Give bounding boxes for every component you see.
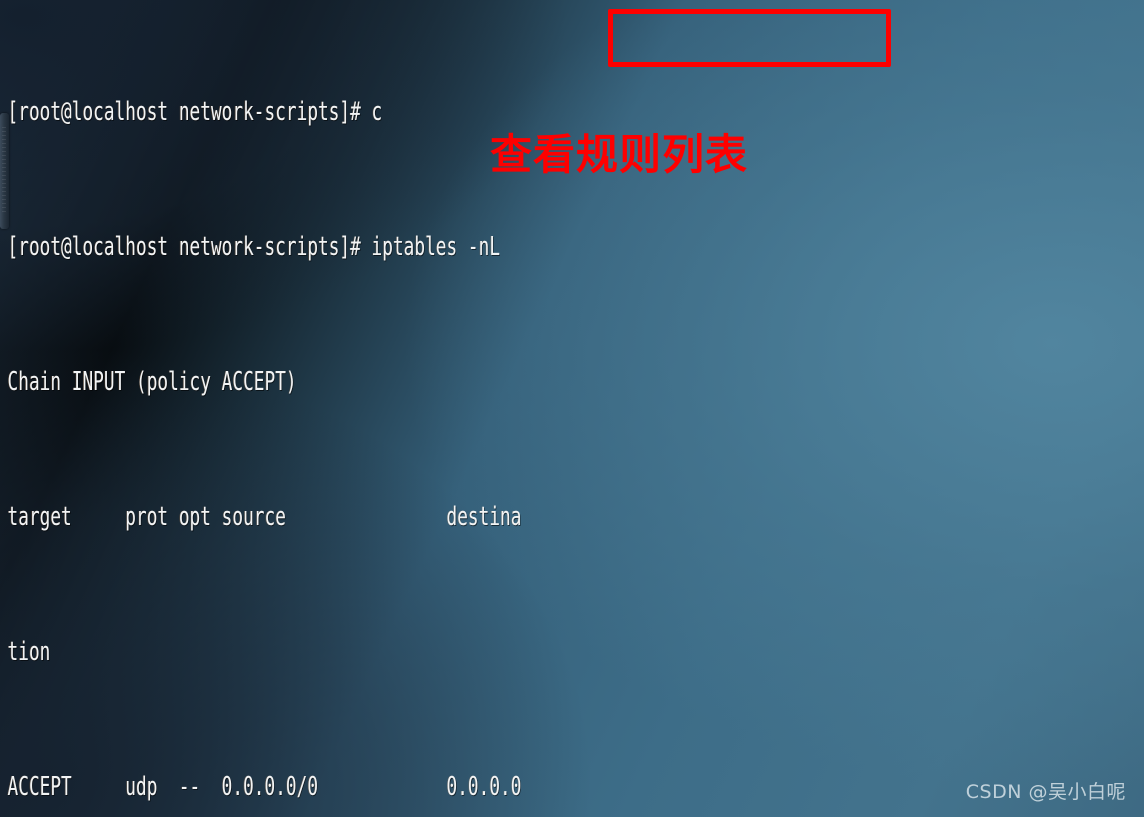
terminal-line-4: tion (7, 637, 51, 667)
annotation-label: 查看规则列表 (490, 130, 749, 179)
terminal-window: [root@localhost network-scripts]# c [roo… (0, 0, 1144, 817)
terminal-line-0: [root@localhost network-scripts]# c (7, 97, 383, 127)
csdn-watermark: CSDN @吴小白呢 (965, 781, 1126, 803)
terminal-output[interactable]: [root@localhost network-scripts]# c [roo… (0, 0, 1144, 817)
scrollbar-track[interactable] (0, 0, 9, 817)
scrollbar-thumb[interactable] (0, 113, 9, 229)
terminal-line-1: [root@localhost network-scripts]# iptabl… (7, 232, 501, 262)
terminal-line-2: Chain INPUT (policy ACCEPT) (7, 367, 297, 397)
terminal-line-3: target prot opt source destina (7, 502, 522, 532)
